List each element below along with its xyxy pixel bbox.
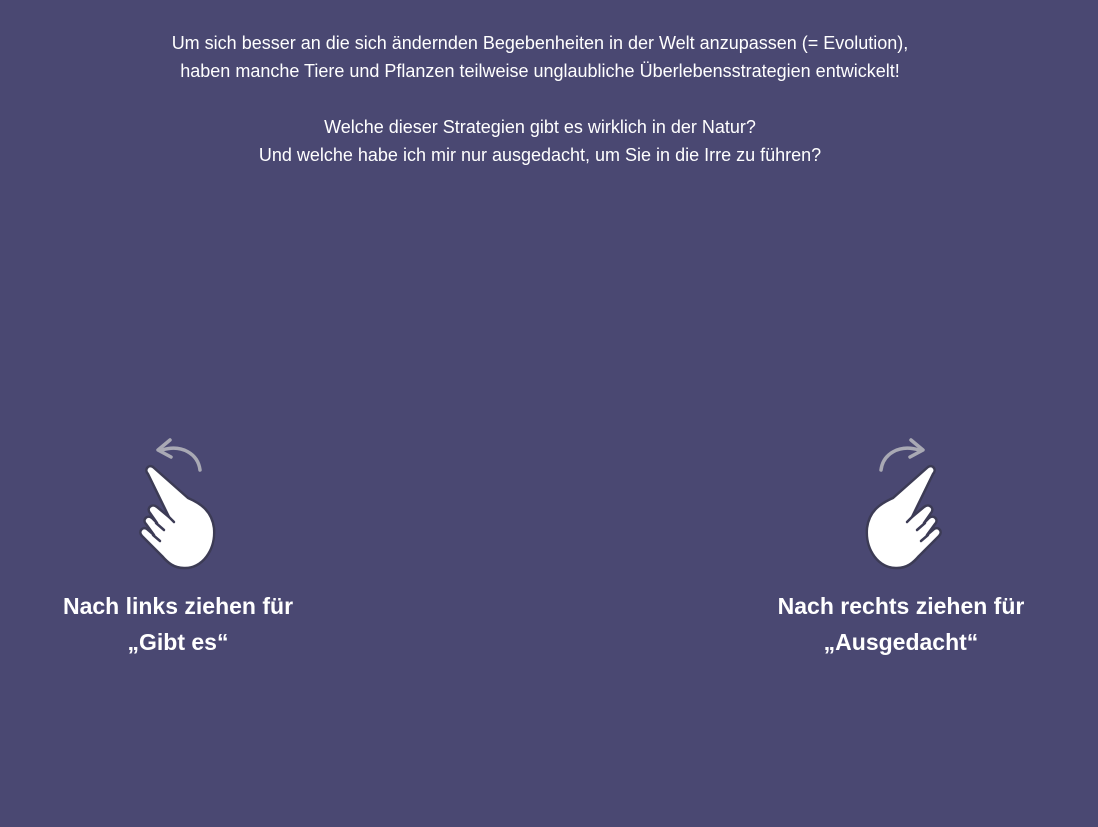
intro-question-2: Und welche habe ich mir nur ausgedacht, … bbox=[258, 145, 822, 165]
swipe-right-label-line-2: „Ausgedacht“ bbox=[823, 629, 979, 655]
intro-line-2: haben manche Tiere und Pflanzen teilweis… bbox=[180, 61, 900, 81]
swipe-left-label-line-1: Nach links ziehen für bbox=[62, 593, 294, 619]
swipe-right-label-line-1: Nach rechts ziehen für bbox=[777, 593, 1025, 619]
swipe-left-icon-wrap bbox=[28, 434, 328, 574]
swipe-right-hand-icon bbox=[865, 438, 942, 570]
intro-text: Um sich besser an die sich ändernden Beg… bbox=[0, 29, 1080, 169]
swipe-right-icon-wrap bbox=[751, 434, 1051, 574]
swipe-right-hint: Nach rechts ziehen für „Ausgedacht“ bbox=[751, 434, 1051, 660]
intro-spacer bbox=[0, 85, 1080, 113]
intro-question-1: Welche dieser Strategien gibt es wirklic… bbox=[324, 117, 756, 137]
swipe-left-hint: Nach links ziehen für „Gibt es“ bbox=[28, 434, 328, 660]
swipe-left-label-line-2: „Gibt es“ bbox=[127, 629, 229, 655]
swipe-right-label: Nach rechts ziehen für „Ausgedacht“ bbox=[751, 588, 1051, 660]
swipe-left-hand-icon bbox=[139, 438, 216, 570]
intro-line-1: Um sich besser an die sich ändernden Beg… bbox=[171, 33, 909, 53]
swipe-left-label: Nach links ziehen für „Gibt es“ bbox=[28, 588, 328, 660]
